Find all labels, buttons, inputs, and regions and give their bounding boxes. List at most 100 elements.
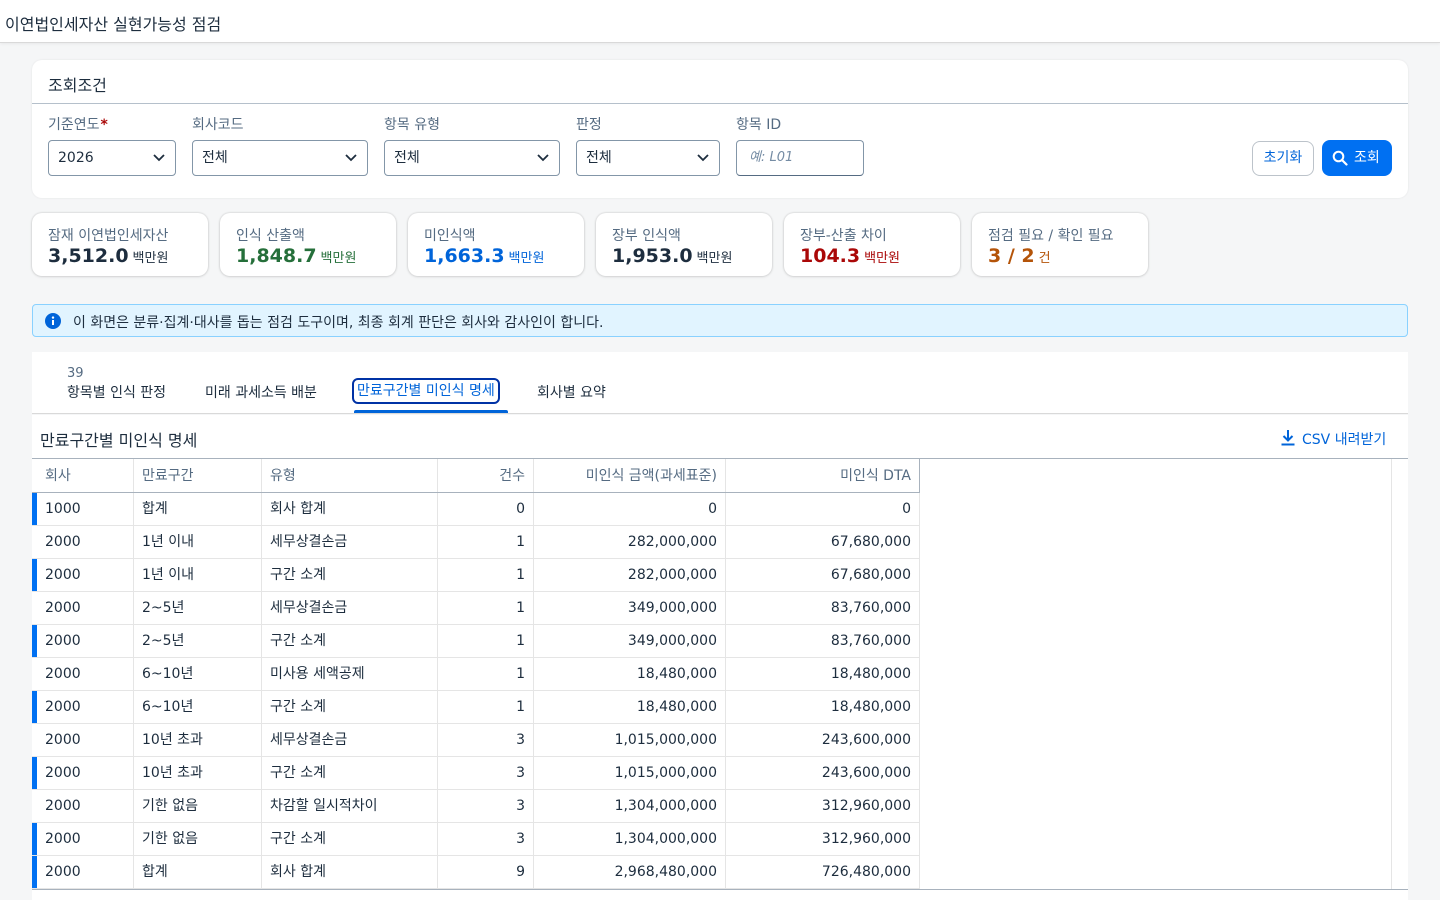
company-code-select[interactable]: 전체 <box>192 140 368 176</box>
expiry-table: 회사 만료구간 유형 건수 미인식 금액(과세표준) 미인식 DTA 1000 합… <box>32 458 1408 890</box>
cell-dta: 0 <box>726 493 920 525</box>
cell-count: 0 <box>438 493 534 525</box>
table-row[interactable]: 2000 10년 초과 구간 소계 3 1,015,000,000 243,600,000 <box>32 757 920 790</box>
cell-period: 10년 초과 <box>134 757 262 789</box>
column-header-period[interactable]: 만료구간 <box>134 459 262 492</box>
selected-tab-indicator <box>354 410 508 413</box>
item-type-select[interactable]: 전체 <box>384 140 560 176</box>
chevron-down-icon <box>153 154 165 162</box>
table-row[interactable]: 2000 1년 이내 세무상결손금 1 282,000,000 67,680,000 <box>32 526 920 559</box>
cell-amount: 1,015,000,000 <box>534 757 726 789</box>
item-id-label: 항목 ID <box>736 117 782 133</box>
kpi-label: 미인식액 <box>424 228 476 244</box>
cell-count: 1 <box>438 526 534 558</box>
cell-company: 2000 <box>37 856 134 888</box>
table-row[interactable]: 2000 기한 없음 구간 소계 3 1,304,000,000 312,960,000 <box>32 823 920 856</box>
cell-dta: 83,760,000 <box>726 592 920 624</box>
cell-type: 미사용 세액공제 <box>262 658 438 690</box>
company-code-label: 회사코드 <box>192 117 244 133</box>
tab-company-summary[interactable]: 회사별 요약 <box>537 382 606 402</box>
cell-company: 2000 <box>37 592 134 624</box>
cell-type: 구간 소계 <box>262 757 438 789</box>
filter-card: 조회조건 기준연도* 2026 회사코드 전체 항목 유형 전체 판정 전체 항… <box>32 60 1408 198</box>
tab-expiry-unrecognized[interactable]: 만료구간별 미인식 명세 <box>352 378 500 404</box>
kpi-label: 장부-산출 차이 <box>800 228 887 244</box>
cell-amount: 18,480,000 <box>534 658 726 690</box>
cell-company: 1000 <box>37 493 134 525</box>
cell-dta: 67,680,000 <box>726 526 920 558</box>
cell-type: 구간 소계 <box>262 559 438 591</box>
cell-amount: 1,304,000,000 <box>534 790 726 822</box>
search-button-label: 조회 <box>1354 150 1380 166</box>
cell-count: 3 <box>438 790 534 822</box>
cell-period: 1년 이내 <box>134 559 262 591</box>
column-header-company[interactable]: 회사 <box>37 459 134 492</box>
judgement-label: 판정 <box>576 117 602 133</box>
cell-type: 구간 소계 <box>262 625 438 657</box>
kpi-book-recognized: 장부 인식액 1,953.0 백만원 <box>596 213 772 276</box>
cell-count: 3 <box>438 823 534 855</box>
cell-amount: 1,015,000,000 <box>534 724 726 756</box>
tab-item-recognition[interactable]: 항목별 인식 판정 <box>67 382 166 402</box>
cell-company: 2000 <box>37 790 134 822</box>
kpi-label: 점검 필요 / 확인 필요 <box>988 228 1114 244</box>
table-row[interactable]: 2000 6~10년 구간 소계 1 18,480,000 18,480,000 <box>32 691 920 724</box>
table-row[interactable]: 2000 합계 회사 합계 9 2,968,480,000 726,480,000 <box>32 856 920 889</box>
table-row[interactable]: 2000 10년 초과 세무상결손금 3 1,015,000,000 243,600,00… <box>32 724 920 757</box>
tab-future-income[interactable]: 미래 과세소득 배분 <box>205 382 317 402</box>
column-header-amount[interactable]: 미인식 금액(과세표준) <box>534 459 726 492</box>
table-row[interactable]: 1000 합계 회사 합계 0 0 0 <box>32 493 920 526</box>
table-row[interactable]: 2000 2~5년 세무상결손금 1 349,000,000 83,760,000 <box>32 592 920 625</box>
cell-amount: 0 <box>534 493 726 525</box>
shell-bar: 이연법인세자산 실현가능성 점검 <box>0 0 1440 43</box>
kpi-value: 1,848.7 백만원 <box>236 245 357 267</box>
cell-amount: 282,000,000 <box>534 559 726 591</box>
column-header-count[interactable]: 건수 <box>438 459 534 492</box>
expiry-panel: 만료구간별 미인식 명세 CSV 내려받기 회사 만료구간 유형 건수 미인식 … <box>32 415 1408 900</box>
cell-period: 합계 <box>134 493 262 525</box>
search-button[interactable]: 조회 <box>1322 140 1392 176</box>
item-id-input[interactable]: 예: L01 <box>736 140 864 176</box>
table-row[interactable]: 2000 1년 이내 구간 소계 1 282,000,000 67,680,000 <box>32 559 920 592</box>
filter-divider <box>32 103 1408 104</box>
cell-period: 기한 없음 <box>134 823 262 855</box>
info-message-strip: 이 화면은 분류·집계·대사를 돕는 점검 도구이며, 최종 회계 판단은 회사… <box>32 304 1408 337</box>
cell-dta: 243,600,000 <box>726 757 920 789</box>
cell-count: 1 <box>438 559 534 591</box>
judgement-value: 전체 <box>586 150 612 166</box>
panel-title: 만료구간별 미인식 명세 <box>40 431 198 450</box>
cell-type: 차감할 일시적차이 <box>262 790 438 822</box>
cell-company: 2000 <box>37 559 134 591</box>
cell-dta: 312,960,000 <box>726 823 920 855</box>
cell-dta: 18,480,000 <box>726 691 920 723</box>
app-title: 이연법인세자산 실현가능성 점검 <box>5 15 222 34</box>
cell-period: 6~10년 <box>134 658 262 690</box>
cell-count: 1 <box>438 658 534 690</box>
cell-type: 세무상결손금 <box>262 592 438 624</box>
reset-button[interactable]: 초기화 <box>1252 141 1314 176</box>
column-header-type[interactable]: 유형 <box>262 459 438 492</box>
cell-amount: 349,000,000 <box>534 625 726 657</box>
download-icon <box>1281 430 1295 446</box>
cell-company: 2000 <box>37 658 134 690</box>
csv-download-button[interactable]: CSV 내려받기 <box>1280 429 1386 449</box>
vertical-scrollbar[interactable] <box>1391 459 1408 889</box>
cell-period: 합계 <box>134 856 262 888</box>
judgement-select[interactable]: 전체 <box>576 140 720 176</box>
cell-dta: 67,680,000 <box>726 559 920 591</box>
table-row[interactable]: 2000 2~5년 구간 소계 1 349,000,000 83,760,000 <box>32 625 920 658</box>
cell-amount: 2,968,480,000 <box>534 856 726 888</box>
table-row[interactable]: 2000 6~10년 미사용 세액공제 1 18,480,000 18,480,000 <box>32 658 920 691</box>
kpi-recognized: 인식 산출액 1,848.7 백만원 <box>220 213 396 276</box>
table-header-row: 회사 만료구간 유형 건수 미인식 금액(과세표준) 미인식 DTA <box>32 459 920 493</box>
kpi-potential-dta: 잠재 이연법인세자산 3,512.0 백만원 <box>32 213 208 276</box>
cell-dta: 243,600,000 <box>726 724 920 756</box>
kpi-unrecognized: 미인식액 1,663.3 백만원 <box>408 213 584 276</box>
year-value: 2026 <box>58 150 94 166</box>
kpi-label: 장부 인식액 <box>612 228 681 244</box>
year-select[interactable]: 2026 <box>48 140 176 176</box>
table-row[interactable]: 2000 기한 없음 차감할 일시적차이 3 1,304,000,000 312,960,… <box>32 790 920 823</box>
column-header-dta[interactable]: 미인식 DTA <box>726 459 920 492</box>
item-type-value: 전체 <box>394 150 420 166</box>
kpi-value: 3 / 2건 <box>988 245 1051 267</box>
